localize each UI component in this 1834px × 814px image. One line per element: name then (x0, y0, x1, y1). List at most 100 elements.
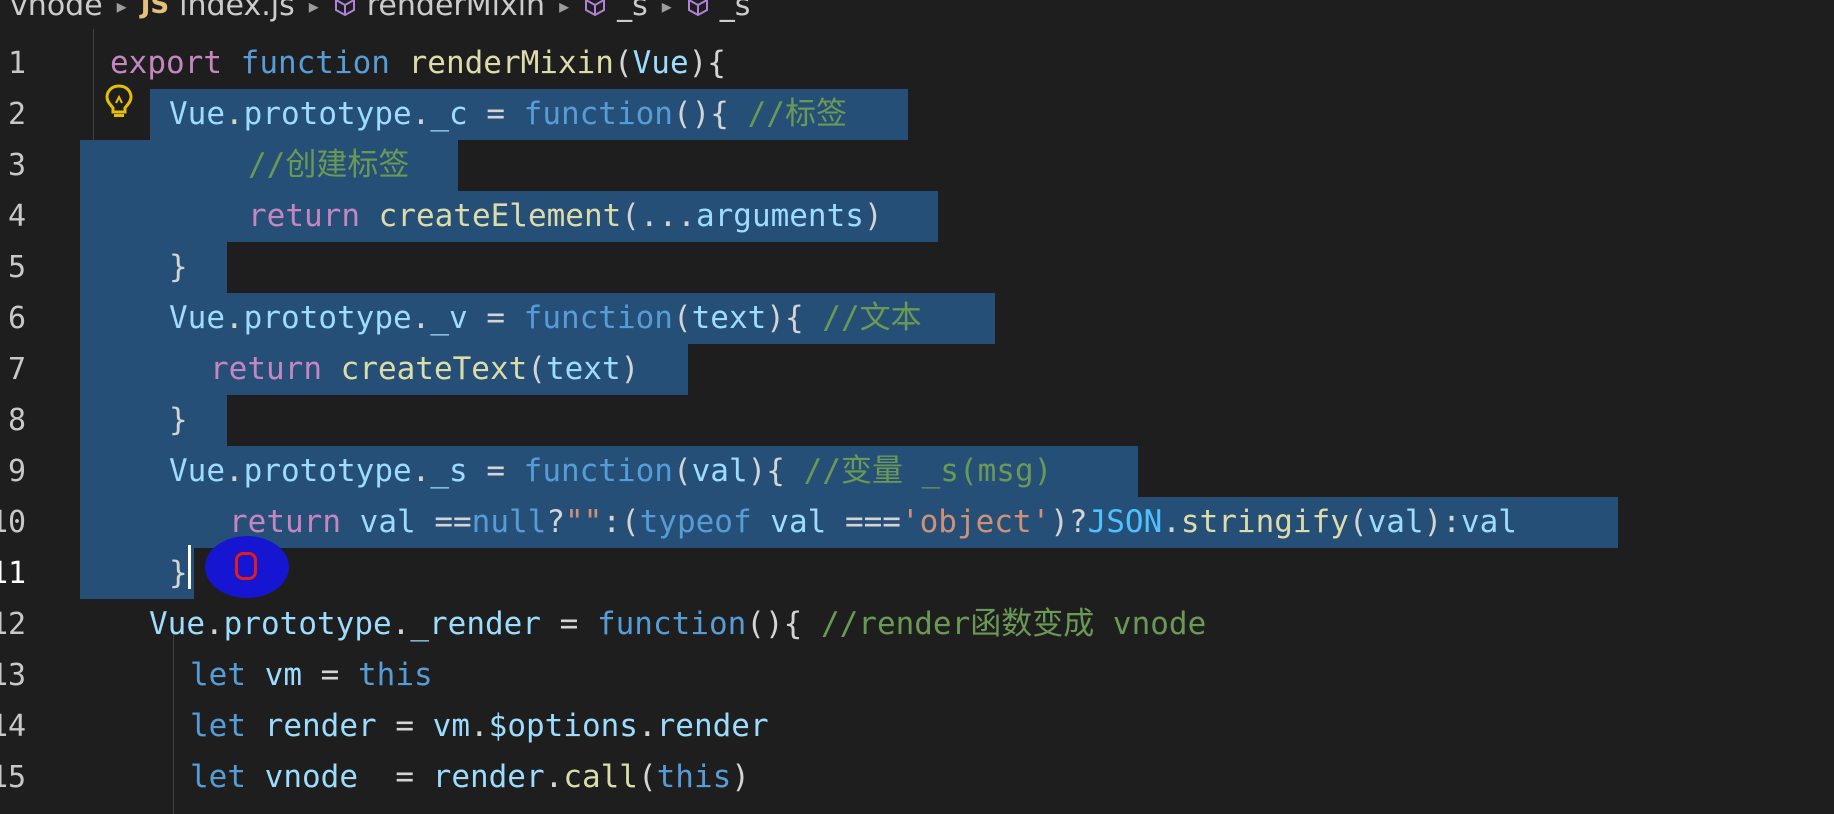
code-token: Vue (169, 453, 225, 489)
js-file-icon: JS (140, 0, 170, 20)
code-token: . (411, 96, 431, 132)
code-token: = (467, 300, 524, 336)
code-line[interactable]: 2 Vue.prototype._c = function(){ //标签 (0, 89, 1834, 140)
code-line[interactable]: 9 Vue.prototype._s = function(val){ //变量 … (0, 446, 1834, 497)
code-text: let render = vm.$options.render (190, 701, 769, 752)
breadcrumb-folder-label: vnode (10, 0, 103, 23)
code-line[interactable]: 13 let vm = this (0, 650, 1834, 701)
line-number: 13 (0, 658, 27, 693)
line-number: 9 (7, 454, 26, 489)
code-token: //变量 _s(msg) (803, 453, 1053, 489)
breadcrumb-folder[interactable]: ▸ vnode (0, 0, 103, 23)
code-token: === (826, 504, 901, 540)
code-token: ){ (688, 45, 726, 81)
code-token: . (411, 453, 431, 489)
code-line[interactable]: 14let render = vm.$options.render (0, 701, 1834, 752)
code-token: function (240, 45, 390, 81)
code-line[interactable]: 15 let vnode = render.call(this) (0, 752, 1834, 803)
code-line[interactable]: 6 Vue.prototype._v = function(text){ //文本 (0, 293, 1834, 344)
line-number: 14 (0, 709, 27, 744)
line-number: 7 (7, 352, 26, 387)
code-token: _s (430, 453, 468, 489)
code-token: Vue (169, 300, 225, 336)
code-text: let vnode = render.call(this) (190, 752, 750, 803)
code-token: render (264, 708, 377, 744)
symbol-method-icon (687, 0, 708, 17)
code-token: (... (621, 198, 696, 234)
code-text: export function renderMixin(Vue){ (110, 38, 726, 89)
code-token: . (205, 606, 224, 642)
line-number: 5 (7, 250, 26, 285)
code-token: } (169, 555, 188, 591)
code-token: . (225, 453, 244, 489)
code-text: } (169, 548, 188, 599)
chevron-right-icon: ▸ (116, 0, 127, 18)
breadcrumb-symbol[interactable]: renderMixin (333, 0, 545, 23)
code-token: . (225, 96, 244, 132)
code-line[interactable]: 7 return createText(text) (0, 344, 1834, 395)
code-line[interactable]: 3 //创建标签 (0, 140, 1834, 191)
line-number: 6 (7, 301, 26, 336)
code-text: return createElement(...arguments) (248, 191, 883, 242)
code-line[interactable]: 1 export function renderMixin(Vue){ (0, 38, 1834, 89)
code-line[interactable]: 10 return val ==null?"":(typeof val ==='o… (0, 497, 1834, 548)
code-token: function (523, 453, 673, 489)
lightbulb-icon[interactable] (104, 83, 134, 121)
code-token: null (471, 504, 547, 540)
code-token: function (523, 300, 673, 336)
code-token: . (225, 300, 244, 336)
breadcrumb-symbol-label: _s (617, 0, 648, 23)
code-token: = (376, 708, 433, 744)
code-token: prototype (243, 300, 412, 336)
code-token: . (637, 708, 657, 744)
code-token: vm (432, 708, 470, 744)
code-token: ( (672, 453, 692, 489)
code-token: JSON (1087, 504, 1163, 540)
code-token: function (523, 96, 673, 132)
code-line[interactable]: 12Vue.prototype._render = function(){ //… (0, 599, 1834, 650)
code-line[interactable]: 4 return createElement(...arguments) (0, 191, 1834, 242)
code-token: let (190, 759, 246, 795)
line-number: 10 (0, 505, 27, 540)
code-text: //创建标签 (248, 140, 409, 191)
code-text: return createText(text) (210, 344, 639, 395)
code-token: ) (620, 351, 640, 387)
code-text: let vm = this (190, 650, 433, 701)
code-token: ( (672, 300, 692, 336)
code-token: createText (340, 351, 528, 387)
breadcrumb-symbol[interactable]: _s (686, 0, 750, 23)
breadcrumb: ▸ vnode ▸ JS index.js ▸ renderMixin ▸ _s… (0, 0, 1834, 28)
code-token: ( (527, 351, 546, 387)
line-number: 8 (7, 403, 26, 438)
breadcrumb-file[interactable]: JS index.js (141, 0, 295, 23)
code-token: prototype (243, 96, 412, 132)
code-token: ( (613, 45, 633, 81)
code-editor[interactable]: 1 export function renderMixin(Vue){2 Vue.p… (0, 29, 1834, 814)
line-number: 12 (0, 607, 27, 642)
code-token: Vue (149, 606, 205, 642)
code-token: let (190, 657, 246, 693)
code-token: ) (731, 759, 750, 795)
code-token: val (359, 504, 416, 540)
line-number: 11 (0, 556, 27, 591)
code-line[interactable]: 5} (0, 242, 1834, 293)
selection-highlight (80, 395, 227, 446)
code-token: . (1162, 504, 1181, 540)
code-token: val (1367, 504, 1424, 540)
code-token: typeof (639, 504, 752, 540)
code-token: //render函数变成 vnode (820, 606, 1207, 642)
code-token: $options (488, 708, 638, 744)
code-token: render (432, 759, 545, 795)
code-token: . (411, 300, 431, 336)
code-token: Vue (632, 45, 689, 81)
code-text: } (169, 395, 188, 446)
code-token: this (358, 657, 433, 693)
chevron-right-icon: ▸ (559, 0, 570, 18)
code-line[interactable]: 8} (0, 395, 1834, 446)
breadcrumb-symbol[interactable]: _s (583, 0, 648, 23)
line-number: 15 (0, 760, 27, 795)
